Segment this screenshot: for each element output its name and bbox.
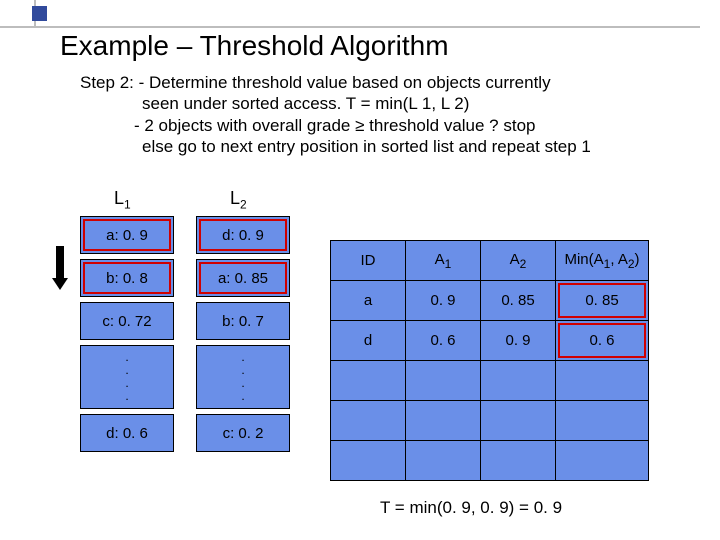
cell-min: 0. 6 bbox=[556, 321, 649, 361]
table-row bbox=[331, 361, 649, 401]
list-L1: a: 0. 9 b: 0. 8 c: 0. 72 .... d: 0. 6 bbox=[80, 216, 174, 457]
list-label-L1: L1 bbox=[114, 188, 131, 212]
cell-a2: 0. 85 bbox=[481, 281, 556, 321]
threshold-equation: T = min(0. 9, 0. 9) = 0. 9 bbox=[380, 498, 562, 518]
col-id: ID bbox=[331, 241, 406, 281]
col-min: Min(A1, A2) bbox=[556, 241, 649, 281]
col-a1: A1 bbox=[406, 241, 481, 281]
cell-a1: 0. 6 bbox=[406, 321, 481, 361]
slide-title: Example – Threshold Algorithm bbox=[60, 30, 449, 62]
top-rule bbox=[34, 26, 700, 28]
step-line-3: - 2 objects with overall grade ≥ thresho… bbox=[134, 115, 690, 136]
corner-rule bbox=[0, 0, 36, 28]
list-item: c: 0. 2 bbox=[196, 414, 290, 452]
table-header-row: ID A1 A2 Min(A1, A2) bbox=[331, 241, 649, 281]
down-arrow-icon bbox=[52, 246, 68, 290]
table-row: a 0. 9 0. 85 0. 85 bbox=[331, 281, 649, 321]
list-item: d: 0. 9 bbox=[196, 216, 290, 254]
list-item: b: 0. 7 bbox=[196, 302, 290, 340]
step-line-1: Step 2: - Determine threshold value base… bbox=[80, 72, 690, 93]
list-L2: d: 0. 9 a: 0. 85 b: 0. 7 .... c: 0. 2 bbox=[196, 216, 290, 457]
table-row: d 0. 6 0. 9 0. 6 bbox=[331, 321, 649, 361]
cell-a1: 0. 9 bbox=[406, 281, 481, 321]
cell-min: 0. 85 bbox=[556, 281, 649, 321]
cell-id: d bbox=[331, 321, 406, 361]
list-ellipsis: .... bbox=[196, 345, 290, 409]
step-description: Step 2: - Determine threshold value base… bbox=[80, 72, 690, 157]
list-label-L2: L2 bbox=[230, 188, 247, 212]
cell-id: a bbox=[331, 281, 406, 321]
list-item: a: 0. 9 bbox=[80, 216, 174, 254]
list-item: d: 0. 6 bbox=[80, 414, 174, 452]
table-row bbox=[331, 441, 649, 481]
list-item: c: 0. 72 bbox=[80, 302, 174, 340]
list-ellipsis: .... bbox=[80, 345, 174, 409]
step-line-4: else go to next entry position in sorted… bbox=[142, 136, 690, 157]
table-row bbox=[331, 401, 649, 441]
col-a2: A2 bbox=[481, 241, 556, 281]
result-table: ID A1 A2 Min(A1, A2) a 0. 9 0. 85 0. 85 … bbox=[330, 240, 649, 481]
step-line-2: seen under sorted access. T = min(L 1, L… bbox=[142, 93, 690, 114]
bullet-square bbox=[32, 6, 47, 21]
list-item: a: 0. 85 bbox=[196, 259, 290, 297]
cell-a2: 0. 9 bbox=[481, 321, 556, 361]
list-item: b: 0. 8 bbox=[80, 259, 174, 297]
